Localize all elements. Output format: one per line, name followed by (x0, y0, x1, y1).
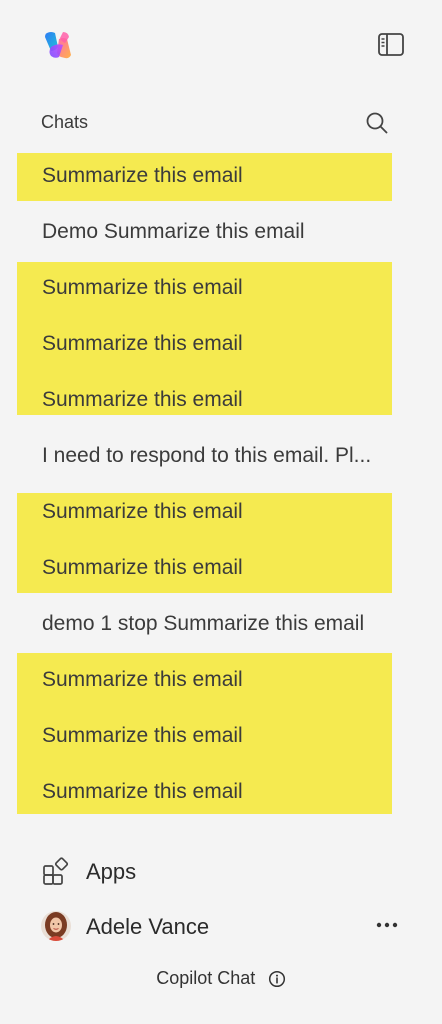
footer-label: Copilot Chat (156, 968, 256, 988)
apps-button[interactable]: Apps (41, 851, 401, 891)
chat-item[interactable]: Summarize this email (17, 372, 392, 428)
chat-item[interactable]: Summarize this email (17, 148, 392, 204)
avatar (41, 911, 71, 941)
more-options-icon[interactable] (375, 918, 399, 932)
chat-item[interactable]: Summarize this email (17, 652, 392, 708)
chat-item[interactable]: Summarize this email (17, 316, 392, 372)
apps-label: Apps (86, 859, 137, 884)
chat-item[interactable]: Summarize this email (17, 484, 392, 540)
chat-item[interactable]: Summarize this email (17, 540, 392, 596)
panel-toggle-icon[interactable] (375, 31, 407, 59)
chats-label: Chats (41, 112, 89, 132)
chat-item[interactable]: Summarize this email (17, 764, 392, 820)
apps-icon (43, 857, 69, 885)
footer: Copilot Chat (0, 968, 442, 996)
chat-item[interactable]: Summarize this email (17, 708, 392, 764)
chat-item[interactable]: I need to respond to this email. Pl... (17, 428, 392, 484)
user-profile[interactable]: Adele Vance (41, 906, 401, 946)
chat-item[interactable]: Demo Summarize this email (17, 204, 392, 260)
search-icon[interactable] (364, 110, 390, 136)
copilot-logo-icon (45, 32, 71, 59)
user-name: Adele Vance (86, 914, 210, 939)
info-icon[interactable] (268, 970, 286, 988)
chat-item[interactable]: Summarize this email (17, 260, 392, 316)
chat-item[interactable]: demo 1 stop Summarize this email (17, 596, 392, 652)
chats-header: Chats (41, 108, 401, 138)
